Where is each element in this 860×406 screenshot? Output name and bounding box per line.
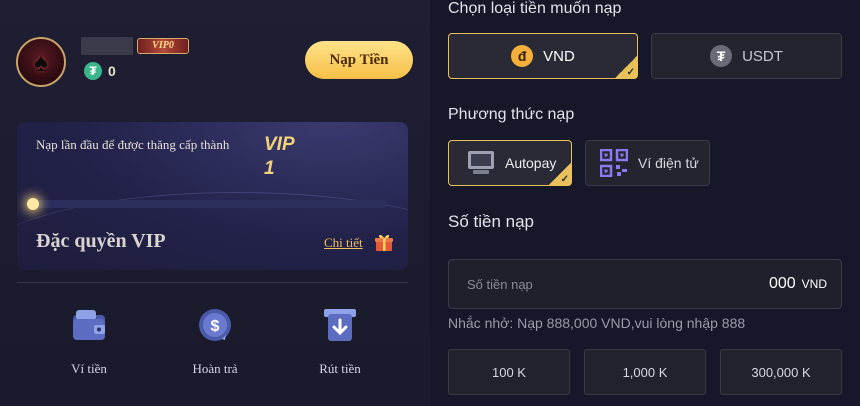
refund-button[interactable]: $ Hoàn trả bbox=[175, 306, 255, 377]
vip-target-number: 1 bbox=[264, 158, 275, 179]
vip-progress-card: Nạp lần đầu để được thăng cấp thành VIP … bbox=[17, 122, 408, 270]
vip-badge: VIP0 bbox=[137, 38, 189, 54]
wallet-button[interactable]: Ví tiền bbox=[49, 306, 129, 377]
vip-target-text: VIP bbox=[264, 134, 295, 155]
monitor-icon bbox=[468, 151, 494, 174]
deposit-reminder: Nhắc nhở: Nạp 888,000 VND,vui lòng nhập … bbox=[448, 315, 746, 331]
currency-heading: Chọn loại tiền muốn nạp bbox=[448, 0, 622, 17]
refund-icon: $ bbox=[199, 309, 231, 341]
deposit-panel: Chọn loại tiền muốn nạp đ VND ₮ USDT Phư… bbox=[430, 0, 860, 406]
wallet-label: Ví tiền bbox=[71, 361, 107, 376]
spade-icon: ♠ bbox=[34, 46, 48, 77]
amount-unit: VND bbox=[801, 277, 827, 291]
method-label-ewallet: Ví điện tử bbox=[638, 155, 699, 171]
divider bbox=[17, 282, 408, 283]
selected-check-icon bbox=[549, 163, 571, 185]
avatar[interactable]: ♠ bbox=[16, 37, 66, 87]
refund-label: Hoàn trả bbox=[192, 361, 238, 376]
method-option-ewallet[interactable]: Ví điện tử bbox=[585, 140, 710, 186]
vip-upgrade-message: Nạp lần đầu để được thăng cấp thành bbox=[36, 137, 230, 152]
selected-check-icon bbox=[615, 56, 637, 78]
preset-amount-100k[interactable]: 100 K bbox=[448, 349, 570, 395]
details-link[interactable]: Chi tiết bbox=[324, 235, 363, 251]
preset-amount-1000k[interactable]: 1,000 K bbox=[584, 349, 706, 395]
preset-amount-300000k[interactable]: 300,000 K bbox=[720, 349, 842, 395]
tether-icon: ₮ bbox=[710, 45, 733, 67]
dong-icon: đ bbox=[511, 45, 534, 67]
withdraw-button[interactable]: Rút tiền bbox=[300, 306, 380, 377]
deposit-button[interactable]: Nạp Tiền bbox=[305, 41, 413, 79]
vip-progress-bar bbox=[32, 200, 387, 208]
method-heading: Phương thức nạp bbox=[448, 106, 575, 123]
amount-value: 000 bbox=[768, 275, 796, 292]
balance-row: ₮ 0 bbox=[84, 62, 116, 80]
method-option-autopay[interactable]: Autopay bbox=[448, 140, 572, 186]
withdraw-icon bbox=[324, 309, 356, 341]
currency-label-usdt: USDT bbox=[742, 47, 783, 65]
currency-label-vnd: VND bbox=[543, 47, 575, 65]
username-redacted bbox=[81, 37, 133, 55]
vip-target-level: VIP 1 bbox=[264, 133, 304, 181]
wallet-icon bbox=[73, 310, 105, 340]
account-panel: ♠ VIP0 ₮ 0 Nạp Tiền Nạp lần đầu để được … bbox=[0, 0, 430, 406]
vip-privilege-title: Đặc quyền VIP bbox=[36, 230, 166, 252]
qr-code-icon bbox=[600, 149, 628, 177]
amount-placeholder: Số tiền nạp bbox=[467, 276, 533, 292]
amount-heading: Số tiền nạp bbox=[448, 212, 535, 231]
currency-option-vnd[interactable]: đ VND bbox=[448, 33, 638, 79]
balance-value: 0 bbox=[108, 63, 116, 79]
progress-indicator-dot bbox=[27, 198, 39, 210]
gift-icon[interactable] bbox=[374, 232, 394, 252]
svg-text:$: $ bbox=[211, 318, 220, 335]
amount-input[interactable]: Số tiền nạp 000 VND bbox=[448, 259, 842, 309]
tether-icon: ₮ bbox=[84, 62, 102, 80]
currency-option-usdt[interactable]: ₮ USDT bbox=[651, 33, 842, 79]
withdraw-label: Rút tiền bbox=[319, 361, 361, 376]
